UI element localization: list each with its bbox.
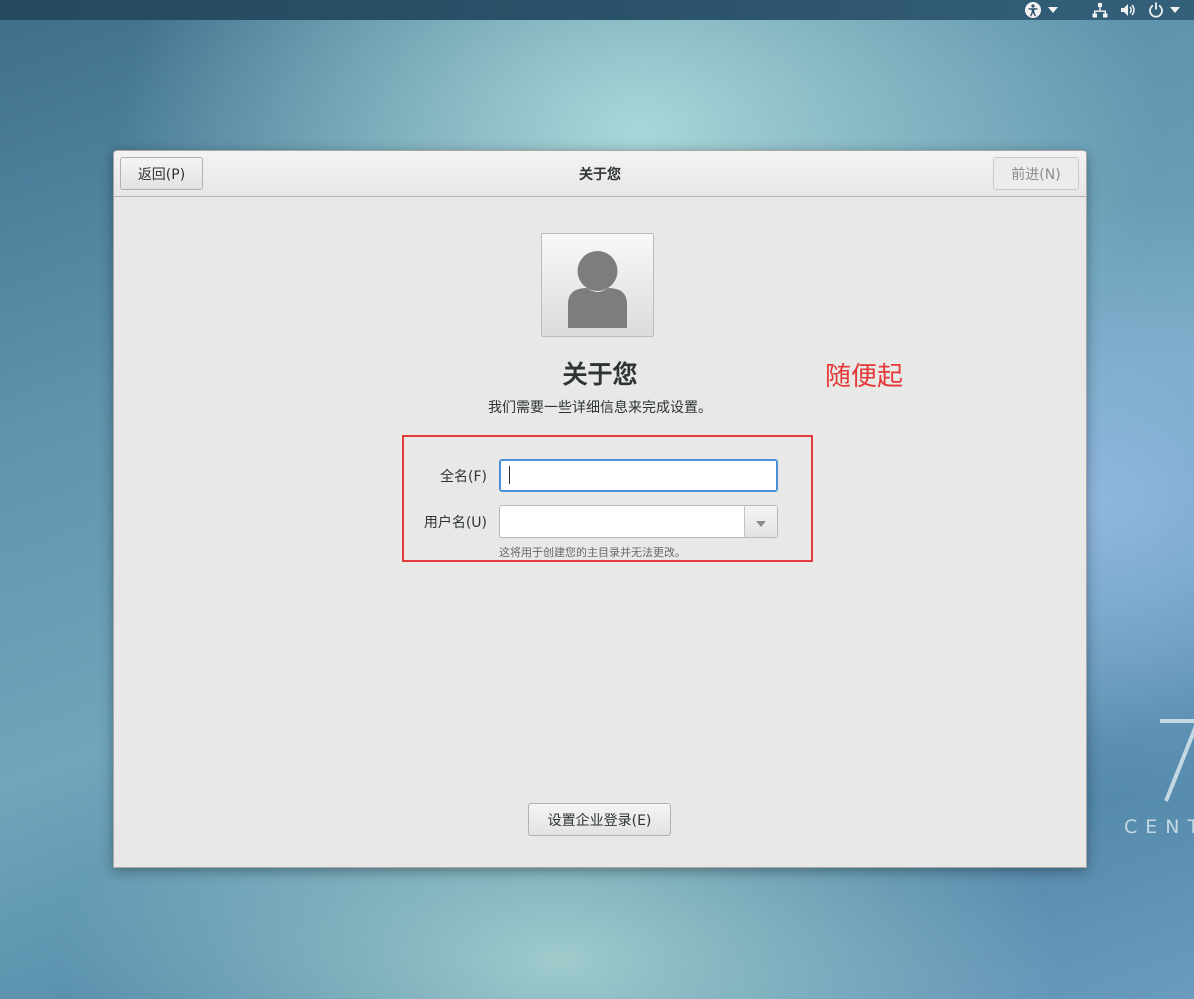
volume-icon bbox=[1120, 2, 1136, 18]
username-hint: 这将用于创建您的主目录并无法更改。 bbox=[499, 546, 686, 559]
enterprise-login-button[interactable]: 设置企业登录(E) bbox=[528, 803, 671, 836]
window-title: 关于您 bbox=[579, 167, 621, 183]
next-button[interactable]: 前进(N) bbox=[993, 157, 1079, 190]
accessibility-menu[interactable] bbox=[1024, 0, 1058, 20]
chevron-down-icon bbox=[1048, 7, 1058, 13]
chevron-down-icon bbox=[756, 512, 766, 531]
avatar-button[interactable] bbox=[541, 233, 654, 337]
page-heading: 关于您 bbox=[562, 360, 638, 389]
top-bar bbox=[0, 0, 1194, 20]
power-icon bbox=[1148, 2, 1164, 18]
accessibility-icon bbox=[1024, 1, 1042, 19]
annotation-note: 随便起 bbox=[825, 362, 904, 392]
user-avatar-icon bbox=[542, 234, 653, 336]
annotation-box bbox=[402, 435, 813, 562]
setup-window: 返回(P) 关于您 前进(N) 关于您 我们需要一些详细信息来完成设置。 随便起… bbox=[113, 150, 1087, 868]
page-subtitle: 我们需要一些详细信息来完成设置。 bbox=[488, 400, 712, 416]
centos-wordmark: CENT bbox=[1124, 816, 1194, 838]
username-label: 用户名(U) bbox=[423, 515, 487, 531]
centos-logo bbox=[1140, 705, 1194, 809]
text-caret bbox=[509, 466, 510, 484]
chevron-down-icon bbox=[1170, 7, 1180, 13]
fullname-field[interactable] bbox=[499, 459, 778, 492]
header-bar: 返回(P) 关于您 前进(N) bbox=[114, 151, 1086, 197]
network-icon bbox=[1092, 2, 1108, 18]
username-dropdown-button[interactable] bbox=[744, 506, 777, 537]
username-combo[interactable] bbox=[499, 505, 778, 538]
system-menu[interactable] bbox=[1092, 0, 1180, 20]
fullname-label: 全名(F) bbox=[440, 469, 487, 485]
